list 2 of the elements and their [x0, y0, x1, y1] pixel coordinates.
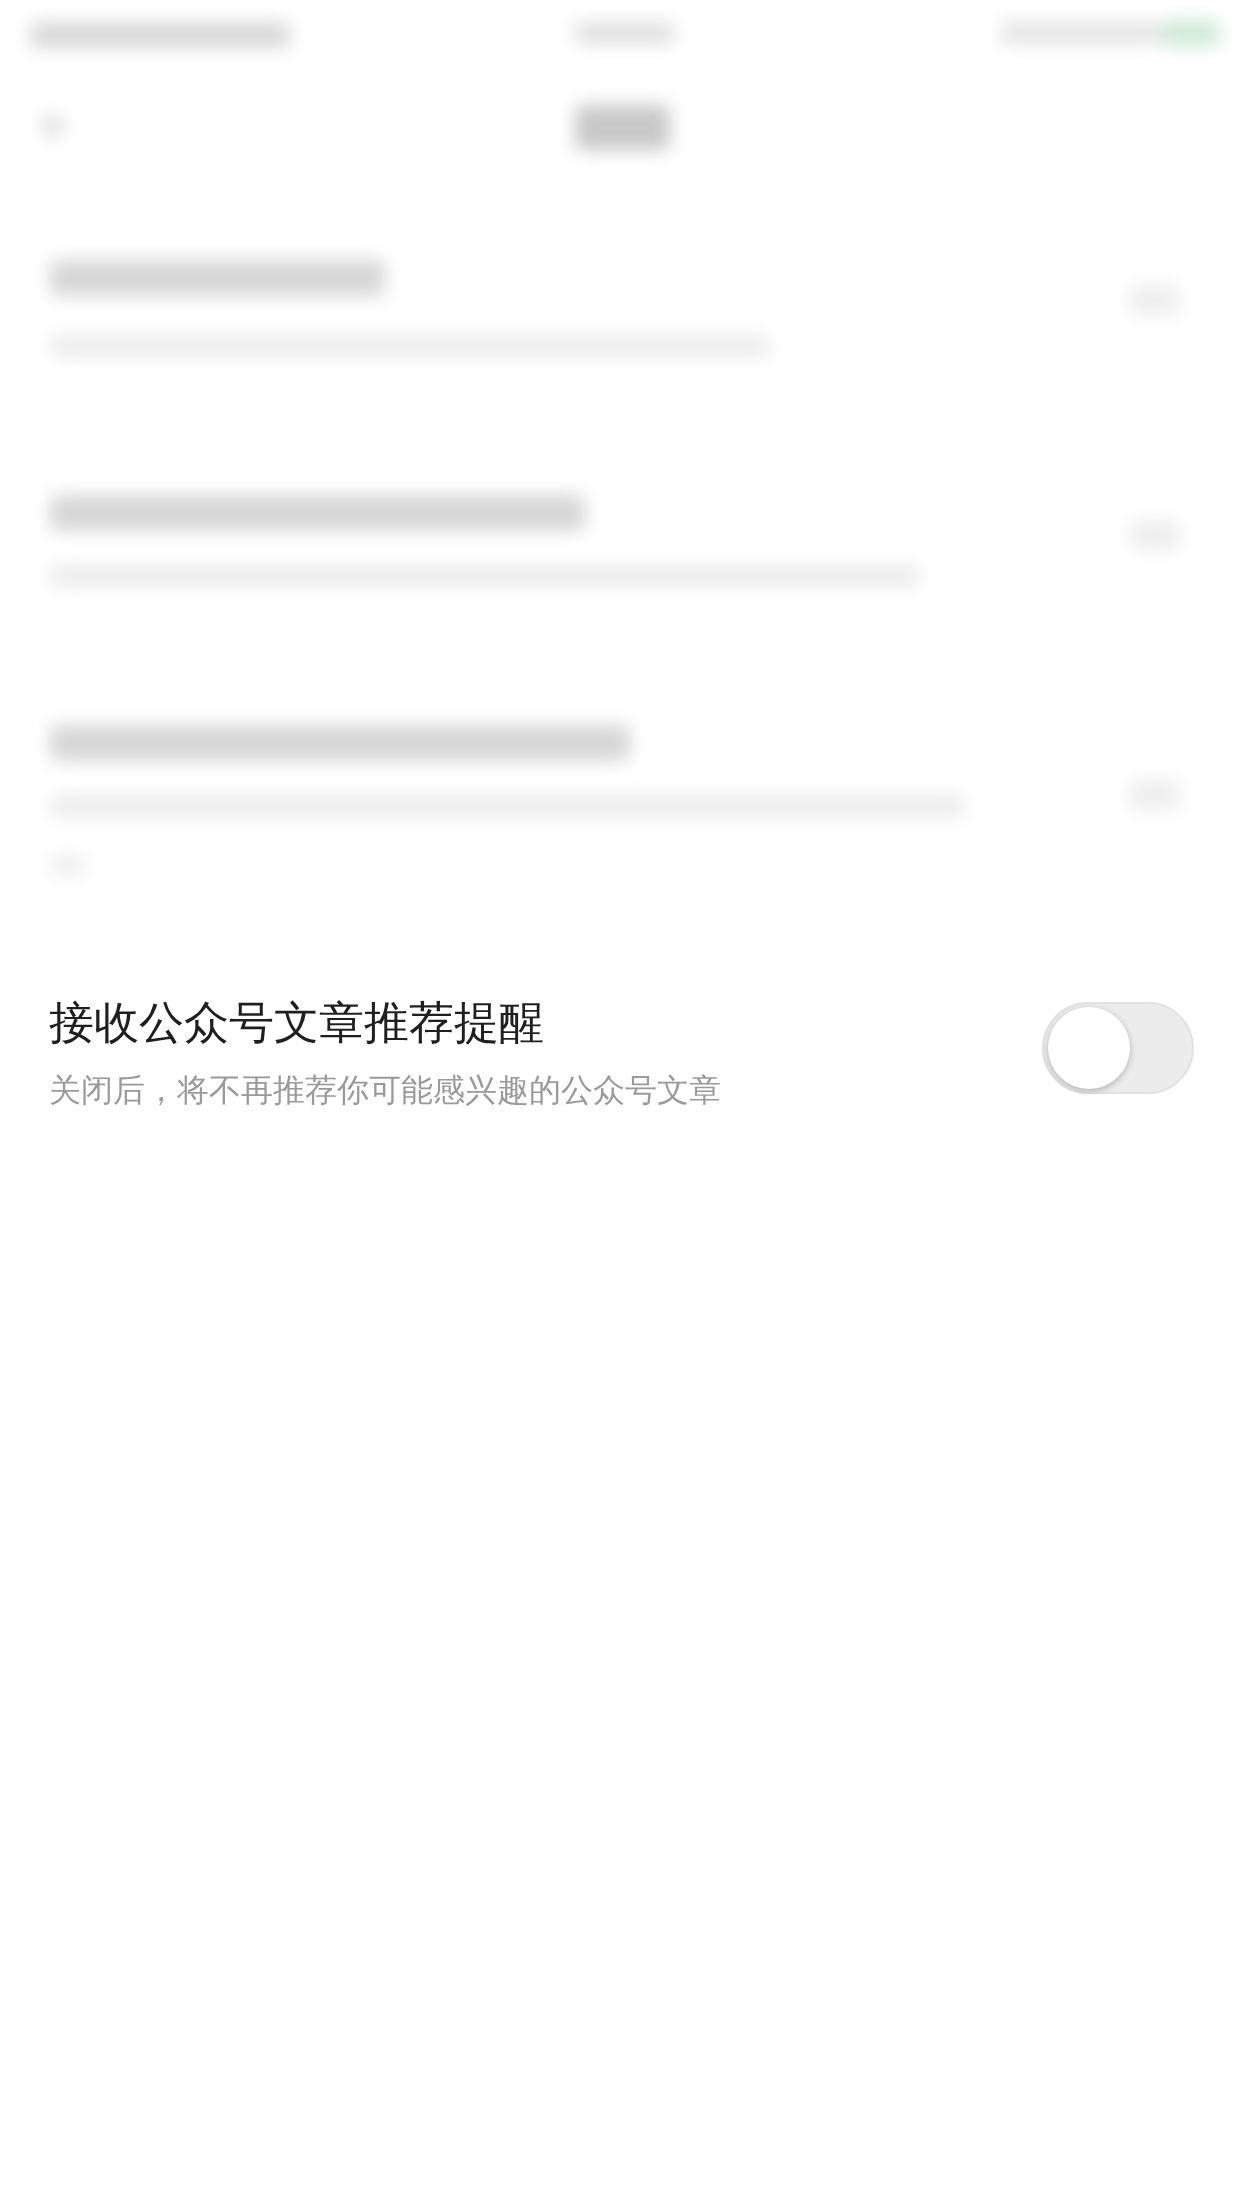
setting-description: 关闭后，将不再推荐你可能感兴趣的公众号文章 — [49, 1070, 721, 1110]
setting-title: 接收公众号文章推荐提醒 — [49, 996, 545, 1050]
